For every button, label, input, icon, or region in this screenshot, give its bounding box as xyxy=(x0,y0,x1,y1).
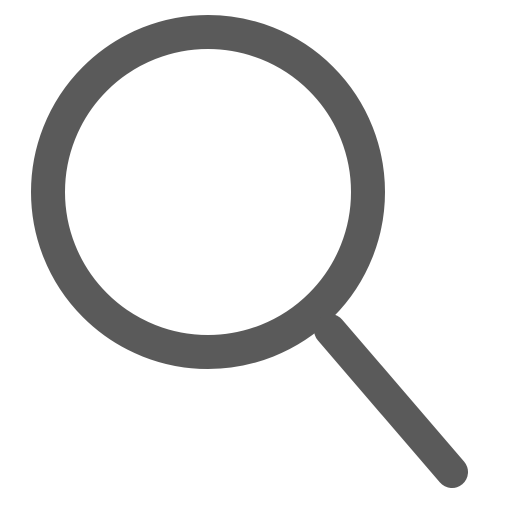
magnifier-lens xyxy=(31,15,385,369)
icon-canvas xyxy=(0,0,512,512)
magnifier-handle xyxy=(314,314,468,488)
magnifier-glyph xyxy=(31,15,468,488)
search-icon[interactable] xyxy=(0,0,512,512)
